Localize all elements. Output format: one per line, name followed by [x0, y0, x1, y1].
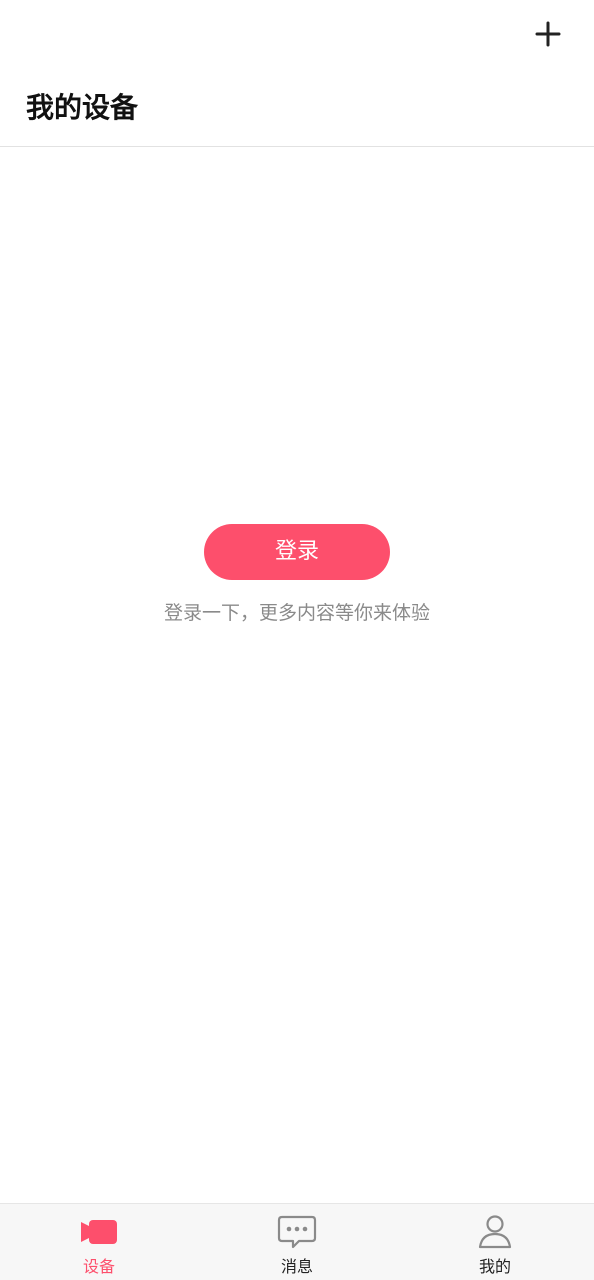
page-title: 我的设备 — [26, 91, 139, 124]
bottom-tab-bar: 设备 消息 我的 — [0, 1203, 594, 1280]
add-device-button[interactable] — [532, 18, 564, 50]
main-content: 登录 登录一下，更多内容等你来体验 — [0, 148, 594, 1203]
tab-profile-label: 我的 — [478, 1257, 511, 1276]
app-screen: 我的设备 登录 登录一下，更多内容等你来体验 设备 消息 我的 — [0, 0, 594, 1280]
user-icon — [478, 1215, 512, 1249]
login-button[interactable]: 登录 — [204, 524, 390, 580]
tab-profile[interactable]: 我的 — [396, 1204, 594, 1280]
tab-devices[interactable]: 设备 — [0, 1204, 198, 1280]
tab-messages-label: 消息 — [280, 1257, 313, 1276]
tab-messages[interactable]: 消息 — [198, 1204, 396, 1280]
plus-icon — [535, 21, 561, 47]
video-camera-icon — [81, 1220, 117, 1244]
login-hint-text: 登录一下，更多内容等你来体验 — [163, 602, 430, 624]
top-header: 我的设备 — [0, 0, 594, 147]
tab-devices-label: 设备 — [82, 1257, 115, 1276]
chat-bubble-icon — [277, 1215, 317, 1249]
